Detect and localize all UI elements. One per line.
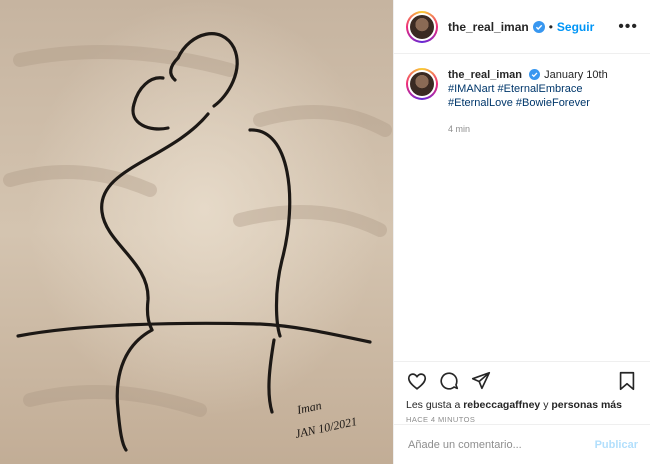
publish-button[interactable]: Publicar [595,439,638,451]
follow-button[interactable]: Seguir [557,20,594,34]
caption-text: January 10th [544,69,608,81]
action-bar [394,361,650,399]
caption-avatar[interactable] [406,68,438,100]
caption: the_real_iman January 10th #IMANart #Ete… [406,68,638,136]
like-heart-icon[interactable] [406,370,428,392]
hashtag-link[interactable]: #EternalEmbrace [498,83,583,95]
likes-prefix: Les gusta a [406,399,461,411]
hashtag-link[interactable]: #IMANart [448,83,494,95]
avatar-photo [410,72,434,96]
add-comment-bar: Publicar [394,424,650,464]
likes-others-link[interactable]: personas más [551,399,622,411]
verified-badge-icon [529,69,541,81]
post-sidebar: the_real_iman • Seguir ••• the_real_iman… [393,0,650,464]
comments-section: the_real_iman January 10th #IMANart #Ete… [394,54,650,361]
likes-and: y [543,399,549,411]
comment-bubble-icon[interactable] [438,370,460,392]
hashtag-link[interactable]: #BowieForever [516,97,590,109]
instagram-post: Iman JAN 10/2021 the_real_iman • Seguir … [0,0,650,464]
author-avatar[interactable] [406,11,438,43]
likes-user-link[interactable]: rebeccagaffney [463,399,540,411]
hashtag-link[interactable]: #EternalLove [448,97,513,109]
verified-badge-icon [532,20,545,33]
more-options-icon[interactable]: ••• [618,18,638,36]
likes-summary: Les gusta a rebeccagaffney y personas má… [394,399,650,411]
artwork-drawing: Iman JAN 10/2021 [0,0,393,464]
comment-input[interactable] [406,437,595,452]
post-image[interactable]: Iman JAN 10/2021 [0,0,393,464]
post-timestamp[interactable]: HACE 4 MINUTOS [394,411,650,424]
caption-body: the_real_iman January 10th #IMANart #Ete… [448,68,608,136]
save-bookmark-icon[interactable] [616,370,638,392]
caption-timestamp[interactable]: 4 min [448,122,608,136]
caption-username[interactable]: the_real_iman [448,69,522,81]
separator-dot: • [548,19,553,34]
share-paper-plane-icon[interactable] [470,370,492,392]
avatar-photo [410,14,434,39]
post-header: the_real_iman • Seguir ••• [394,0,650,54]
author-username[interactable]: the_real_iman [448,20,529,34]
